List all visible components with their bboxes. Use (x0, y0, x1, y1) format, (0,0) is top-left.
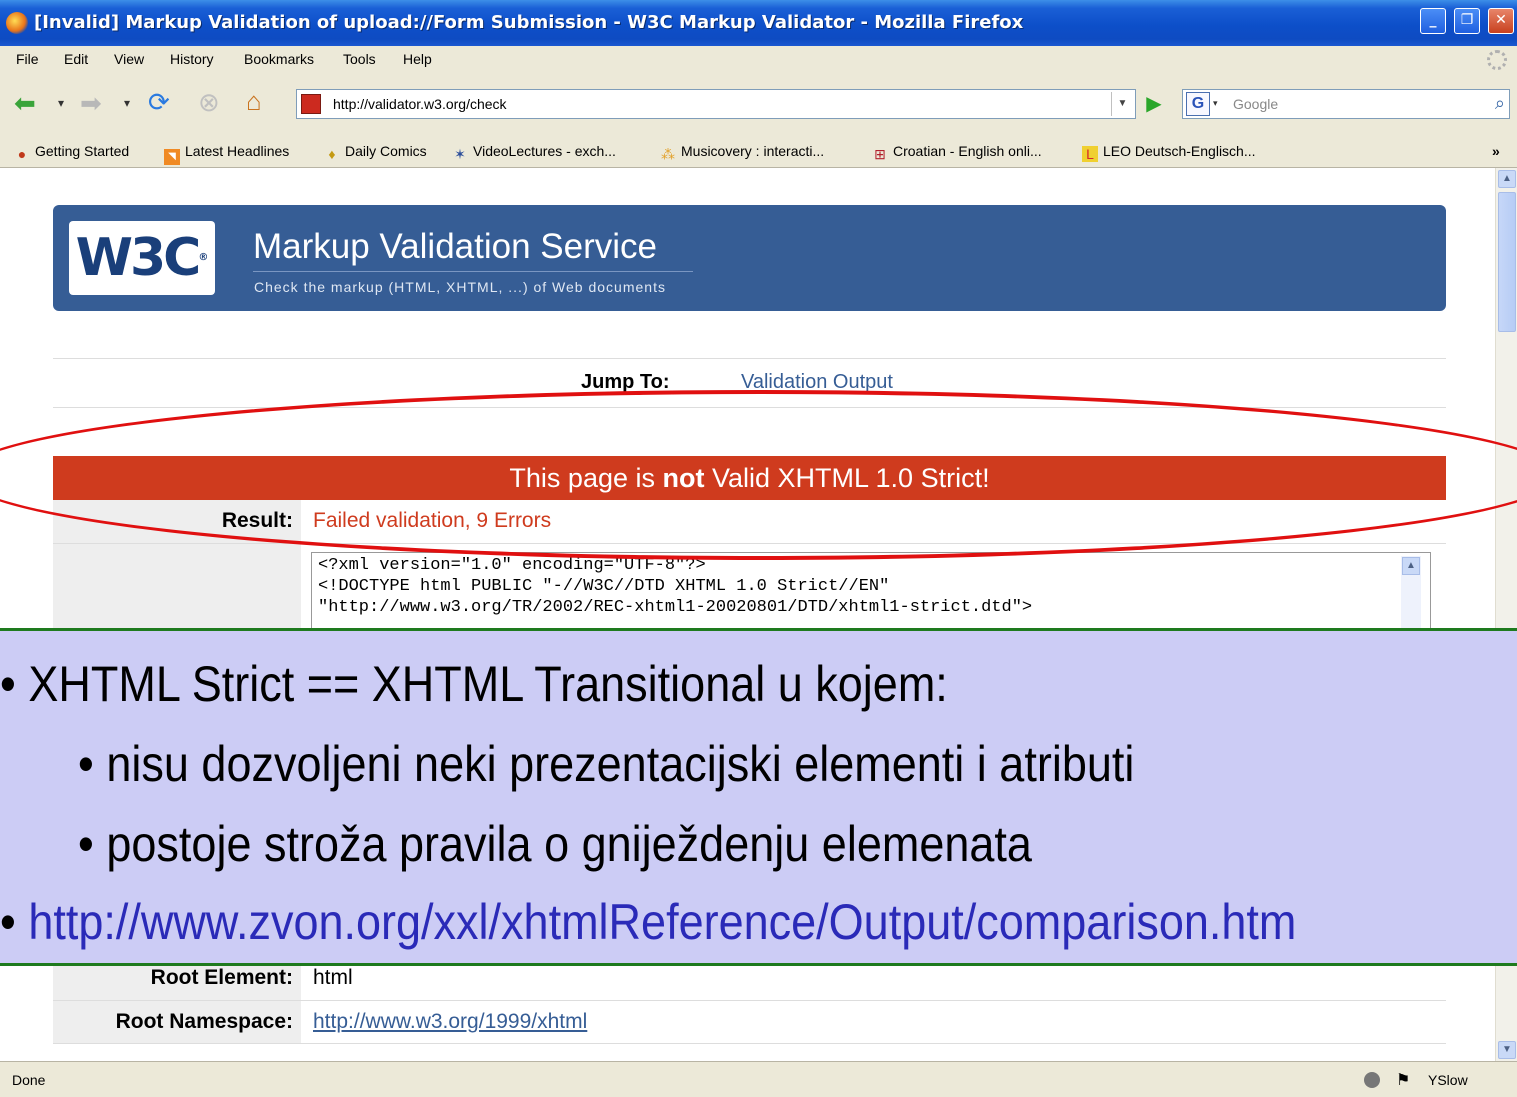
menu-bar: File Edit View History Bookmarks Tools H… (0, 46, 1517, 74)
comics-icon: ♦ (328, 146, 336, 162)
slide-overlay: • XHTML Strict == XHTML Transitional u ko… (0, 628, 1517, 966)
menu-edit[interactable]: Edit (64, 51, 88, 67)
url-text[interactable]: http://validator.w3.org/check (333, 96, 507, 112)
go-arrow-icon[interactable]: ▶ (1140, 91, 1168, 117)
back-dropdown-icon[interactable]: ▾ (58, 88, 64, 118)
menu-bookmarks[interactable]: Bookmarks (244, 51, 314, 67)
menu-help[interactable]: Help (403, 51, 432, 67)
jump-to-nav: Jump To: Validation Output (53, 358, 1446, 408)
minimize-button[interactable]: _ (1420, 8, 1446, 34)
close-button[interactable]: ✕ (1488, 8, 1514, 34)
bookmark-leo[interactable]: L LEO Deutsch-Englisch... (1082, 143, 1256, 162)
stop-icon[interactable]: ⊗ (198, 87, 220, 117)
bookmark-videolectures[interactable]: ✶ VideoLectures - exch... (452, 143, 616, 162)
title-bar: [Invalid] Markup Validation of upload://… (0, 0, 1517, 46)
throbber-icon (1487, 50, 1507, 70)
url-dropdown-icon[interactable]: ▼ (1111, 92, 1133, 116)
overlay-bullet-2: • nisu dozvoljeni neki prezentacijski ele… (78, 736, 1135, 792)
back-arrow-icon[interactable]: ⬅ (14, 88, 36, 118)
security-status-icon[interactable] (1364, 1072, 1380, 1088)
overlay-bullet-1: • XHTML Strict == XHTML Transitional u ko… (0, 656, 948, 712)
forward-dropdown-icon[interactable]: ▾ (124, 88, 130, 118)
source-line: "http://www.w3.org/TR/2002/REC-xhtml1-20… (318, 598, 1033, 617)
result-row: Result: Failed validation, 9 Errors (53, 500, 1446, 544)
bookmarks-overflow-chevron[interactable]: » (1492, 143, 1500, 159)
source-row: <?xml version="1.0" encoding="UTF-8"?> <!… (53, 544, 1446, 646)
result-label: Result: (53, 500, 301, 543)
uk-flag-icon: ⊞ (874, 146, 886, 162)
scroll-up-icon[interactable]: ▲ (1498, 170, 1516, 188)
invalid-banner: This page is not Valid XHTML 1.0 Strict! (53, 456, 1446, 500)
bookmarks-toolbar: ● Getting Started ◥ Latest Headlines ♦ Dail… (0, 134, 1517, 168)
menu-file[interactable]: File (16, 51, 39, 67)
window-title: [Invalid] Markup Validation of upload://… (34, 12, 1024, 33)
overlay-bullet-4: • http://www.zvon.org/xxl/xhtmlReference/… (0, 894, 1297, 950)
forward-arrow-icon[interactable]: ➡ (80, 88, 102, 118)
root-element-value: html (313, 966, 353, 989)
menu-tools[interactable]: Tools (343, 51, 376, 67)
home-icon[interactable]: ⌂ (246, 86, 262, 116)
maximize-button[interactable]: ❐ (1454, 8, 1480, 34)
bookmark-getting-started[interactable]: ● Getting Started (14, 143, 129, 162)
root-namespace-row: Root Namespace: http://www.w3.org/1999/x… (53, 1000, 1446, 1044)
url-bar[interactable]: http://validator.w3.org/check ▼ (296, 89, 1136, 119)
source-label-cell (53, 544, 301, 634)
validation-output-link[interactable]: Validation Output (741, 371, 893, 394)
scroll-up-icon[interactable]: ▲ (1402, 557, 1420, 575)
service-subtitle: Check the markup (HTML, XHTML, ...) of W… (254, 279, 666, 295)
overlay-bullet-3: • postoje stroža pravila o gniježdenju el… (78, 816, 1032, 872)
navigation-toolbar: ⬅ ▾ ➡ ▾ ⟳ ⊗ ⌂ http://validator.w3.org/ch… (0, 74, 1517, 134)
jump-to-label: Jump To: (581, 371, 670, 393)
scroll-thumb[interactable] (1498, 192, 1516, 332)
w3c-banner: W3C® Markup Validation Service Check the… (53, 205, 1446, 311)
search-placeholder[interactable]: Google (1233, 96, 1278, 112)
magnifier-icon[interactable]: ⌕ (1495, 93, 1505, 114)
status-bar: Done ⚑ YSlow (0, 1061, 1517, 1097)
bookmark-croatian-english[interactable]: ⊞ Croatian - English onli... (872, 143, 1042, 162)
reload-icon[interactable]: ⟳ (148, 87, 170, 117)
comparison-link[interactable]: http://www.zvon.org/xxl/xhtmlReference/O… (28, 894, 1296, 950)
yslow-icon[interactable]: ⚑ (1396, 1070, 1410, 1090)
engine-dropdown-icon[interactable]: ▾ (1213, 98, 1218, 109)
rss-icon: ◥ (164, 149, 180, 165)
search-bar[interactable]: G ▾ Google ⌕ (1182, 89, 1510, 119)
root-namespace-link[interactable]: http://www.w3.org/1999/xhtml (313, 1010, 587, 1034)
browser-window: [Invalid] Markup Validation of upload://… (0, 0, 1517, 1097)
site-favicon-icon (301, 94, 321, 114)
yslow-label[interactable]: YSlow (1428, 1072, 1468, 1088)
status-text: Done (12, 1072, 46, 1088)
firefox-bookmark-icon: ● (17, 146, 27, 162)
result-value: Failed validation, 9 Errors (313, 509, 552, 532)
bookmark-latest-headlines[interactable]: ◥ Latest Headlines (164, 143, 289, 165)
service-title[interactable]: Markup Validation Service (253, 227, 657, 267)
banner-divider (253, 271, 693, 272)
w3c-logo[interactable]: W3C® (69, 221, 215, 295)
source-line: <?xml version="1.0" encoding="UTF-8"?> (318, 556, 706, 575)
bookmark-daily-comics[interactable]: ♦ Daily Comics (324, 143, 426, 162)
leo-icon: L (1082, 146, 1098, 162)
source-line: <!DOCTYPE html PUBLIC "-//W3C//DTD XHTML… (318, 577, 890, 596)
scroll-down-icon[interactable]: ▼ (1498, 1041, 1516, 1059)
videolectures-icon: ✶ (454, 146, 466, 162)
menu-view[interactable]: View (114, 51, 144, 67)
musicovery-icon: ⁂ (661, 146, 675, 162)
google-engine-icon[interactable]: G (1186, 92, 1210, 116)
bookmark-musicovery[interactable]: ⁂ Musicovery : interacti... (660, 143, 824, 162)
root-namespace-label: Root Namespace: (53, 1001, 301, 1043)
firefox-icon (6, 12, 28, 34)
menu-history[interactable]: History (170, 51, 214, 67)
